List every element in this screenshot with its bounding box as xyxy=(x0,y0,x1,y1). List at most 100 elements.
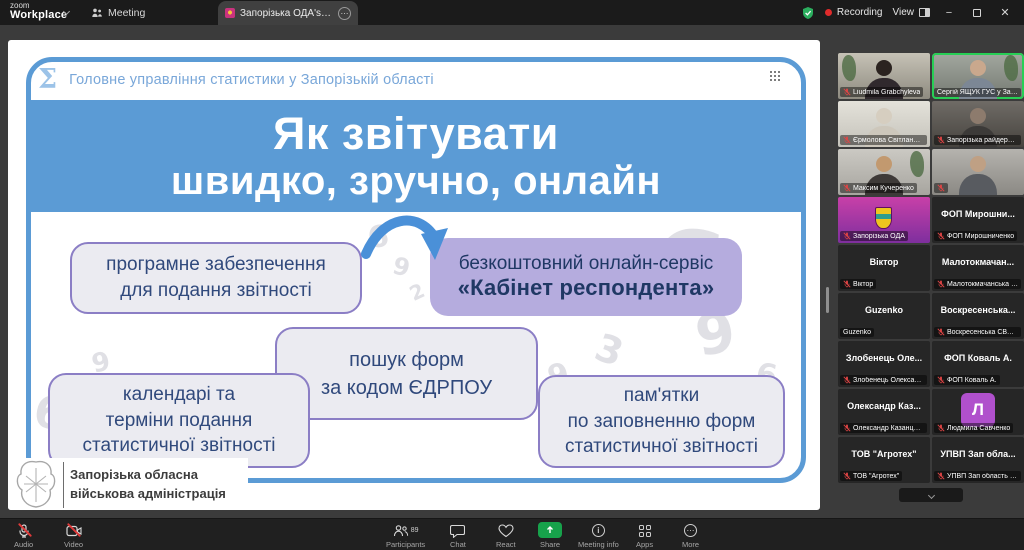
participant-tile[interactable]: ФОП Мирошни... ФОП Мирошниченко xyxy=(932,197,1024,243)
participant-tile[interactable]: Єрмолова Світлана ... xyxy=(838,101,930,147)
participant-tile[interactable]: Запорізька райдерж... xyxy=(932,101,1024,147)
box-service-line2: «Кабінет респондента» xyxy=(458,275,715,301)
mic-muted-icon xyxy=(843,280,851,288)
mic-muted-icon xyxy=(937,280,945,288)
more-button[interactable]: ⋯ More xyxy=(682,523,699,549)
mic-muted-icon xyxy=(843,472,851,480)
participant-tile[interactable]: ФОП Коваль А. ФОП Коваль А. xyxy=(932,341,1024,387)
view-button[interactable]: View xyxy=(893,7,931,18)
audio-button[interactable]: Audio xyxy=(14,523,33,549)
audio-label: Audio xyxy=(14,540,33,549)
participant-display-name: ТОВ "Агротех" xyxy=(838,437,930,471)
participant-name-label: Малотокмачанська ТГ xyxy=(934,279,1021,289)
box-software-line2: для подання звітності xyxy=(120,278,312,304)
avatar: Л xyxy=(961,393,995,427)
participant-name-label: Олександр Казанцев... xyxy=(840,423,927,433)
participants-button[interactable]: 89 Participants xyxy=(386,523,425,549)
mic-muted-icon xyxy=(843,376,851,384)
chat-button[interactable]: Chat xyxy=(450,523,466,549)
participant-tile[interactable]: GuzenkoGuzenko xyxy=(838,293,930,339)
participant-tile[interactable]: Liudmila Grabchyleva xyxy=(838,53,930,99)
participant-display-name: ФОП Мирошни... xyxy=(932,197,1024,231)
participant-tile[interactable]: Л Людмила Савченко xyxy=(932,389,1024,435)
participant-name-label: Liudmila Grabchyleva xyxy=(840,87,923,97)
footer-divider xyxy=(63,462,64,508)
participant-name-label: Злобенець Олександ... xyxy=(840,375,927,385)
participants-grid: Liudmila Grabchyleva Сергій ЯЩУК ГУС у З… xyxy=(838,53,1024,483)
share-button[interactable]: Share xyxy=(538,522,562,549)
participant-tile[interactable]: Віктор Віктор xyxy=(838,245,930,291)
mic-muted-icon xyxy=(937,328,945,336)
participant-tile[interactable]: ТОВ "Агротех" ТОВ "Агротех" xyxy=(838,437,930,483)
participant-name-label: УПВП Зап область С... xyxy=(934,471,1021,481)
plant-decor xyxy=(910,151,924,177)
participant-tile[interactable]: Злобенець Оле... Злобенець Олександ... xyxy=(838,341,930,387)
participant-display-name: Малотокмачан... xyxy=(932,245,1024,279)
administration-crest-icon xyxy=(12,458,60,510)
participant-display-name: ФОП Коваль А. xyxy=(932,341,1024,375)
participant-tile[interactable]: УПВП Зап обла... УПВП Зап область С... xyxy=(932,437,1024,483)
box-search-line1: пошук форм xyxy=(349,346,464,374)
person-silhouette xyxy=(970,60,986,76)
participant-tile[interactable]: Олександр Каз... Олександр Казанцев... xyxy=(838,389,930,435)
chevron-down-icon xyxy=(927,491,934,498)
footer-line1: Запорізька обласна xyxy=(70,466,226,485)
close-button[interactable]: ✕ xyxy=(996,6,1014,19)
recording-label: Recording xyxy=(837,7,883,18)
slide-footer: Запорізька обласна військова адміністрац… xyxy=(8,458,248,510)
participant-tile[interactable]: Максим Кучеренко xyxy=(838,149,930,195)
box-software: програмне забезпечення для подання звітн… xyxy=(70,242,362,314)
grid-view-icon[interactable] xyxy=(770,71,782,83)
mic-muted-icon xyxy=(937,424,945,432)
participant-tile[interactable] xyxy=(932,149,1024,195)
mic-muted-icon xyxy=(843,136,851,144)
minimize-button[interactable]: − xyxy=(940,7,958,19)
participant-name-label: Воскресенська СВА З... xyxy=(934,327,1021,337)
participant-tile[interactable]: Запорізька ОДА xyxy=(838,197,930,243)
participant-name-label: Максим Кучеренко xyxy=(840,183,917,193)
box-calendar-line1: календарі та xyxy=(123,382,235,408)
participant-name-label: Людмила Савченко xyxy=(934,423,1013,433)
collapse-panel-button[interactable] xyxy=(899,488,963,502)
participant-tile[interactable]: Сергій ЯЩУК ГУС у Запо... xyxy=(932,53,1024,99)
participant-name-label xyxy=(934,183,948,193)
box-service-line1: безкоштовний онлайн-сервіс xyxy=(459,253,714,275)
tab-options-icon[interactable]: ⋯ xyxy=(338,7,351,20)
meeting-info-label: Meeting info xyxy=(578,540,619,549)
plant-decor xyxy=(842,55,856,81)
box-search: пошук форм за кодом ЄДРПОУ xyxy=(275,327,538,420)
participant-name-label: Єрмолова Світлана ... xyxy=(840,135,927,145)
box-software-line1: програмне забезпечення xyxy=(106,252,326,278)
react-label: React xyxy=(496,540,516,549)
scrollbar-thumb[interactable] xyxy=(826,287,829,313)
participant-tile[interactable]: Воскресенська... Воскресенська СВА З... xyxy=(932,293,1024,339)
mic-muted-icon xyxy=(843,424,851,432)
footer-line2: військова адміністрація xyxy=(70,485,226,504)
participants-count: 89 xyxy=(411,527,419,534)
participant-name-label: Сергій ЯЩУК ГУС у Запо... xyxy=(934,88,1021,97)
mic-muted-icon xyxy=(937,232,945,240)
zoom-meeting-window: zoom Workplace Meeting Запорізька ОДА's … xyxy=(0,0,1024,550)
video-button[interactable]: Video xyxy=(64,523,83,549)
participants-icon: 89 xyxy=(393,523,419,538)
box-calendar-line2: терміни подання xyxy=(106,408,253,434)
chat-icon xyxy=(450,523,465,538)
mic-muted-icon xyxy=(843,184,851,192)
meeting-info-button[interactable]: i Meeting info xyxy=(578,523,619,549)
react-button[interactable]: React xyxy=(496,523,516,549)
statistics-sigma-logo: Σ xyxy=(38,64,57,95)
tab-meeting[interactable]: Meeting xyxy=(85,0,151,25)
participant-name-label: ТОВ "Агротех" xyxy=(840,471,902,481)
apps-button[interactable]: Apps xyxy=(636,523,653,549)
participant-name-label: Віктор xyxy=(840,279,876,289)
tab-shared-screen[interactable]: Запорізька ОДА's screen ⋯ xyxy=(218,1,358,25)
mic-muted-icon xyxy=(937,376,945,384)
maximize-button[interactable] xyxy=(973,9,981,17)
video-label: Video xyxy=(64,540,83,549)
security-shield-icon[interactable] xyxy=(801,6,815,20)
person-silhouette xyxy=(970,156,986,172)
participant-tile[interactable]: Малотокмачан... Малотокмачанська ТГ xyxy=(932,245,1024,291)
person-silhouette xyxy=(876,156,892,172)
person-silhouette xyxy=(876,60,892,76)
participant-name-label: Запорізька ОДА xyxy=(840,231,908,241)
